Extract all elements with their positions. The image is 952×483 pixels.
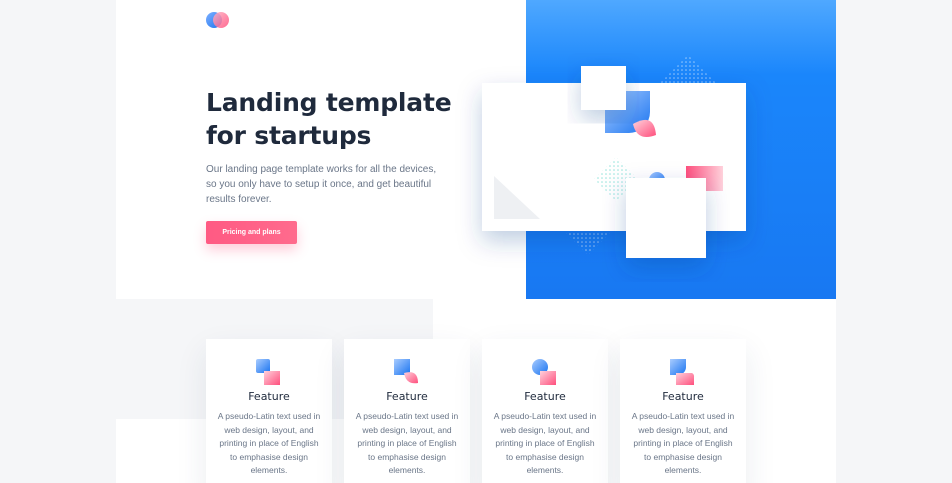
feature-title: Feature [524,390,566,403]
feature-title: Feature [386,390,428,403]
feature-card: Feature A pseudo-Latin text used in web … [620,339,746,483]
feature-description: A pseudo-Latin text used in web design, … [217,411,321,475]
hero-blue-panel [526,0,836,299]
feature-shape-1-icon [256,359,280,385]
landing-page: Landing template for startups Our landin… [116,0,836,483]
feature-shape-3-icon [532,359,556,385]
logo-icon[interactable] [206,12,230,28]
hero-title: Landing template for startups [206,88,452,150]
feature-shape-2-icon [394,359,418,384]
feature-description: A pseudo-Latin text used in web design, … [631,411,735,475]
feature-title: Feature [248,390,290,403]
feature-description: A pseudo-Latin text used in web design, … [493,411,597,475]
pricing-and-plans-button[interactable]: Pricing and plans [206,221,297,244]
feature-card: Feature A pseudo-Latin text used in web … [482,339,608,483]
feature-card: Feature A pseudo-Latin text used in web … [344,339,470,483]
feature-shape-4-icon [670,359,695,385]
feature-title: Feature [662,390,704,403]
hero-paragraph: Our landing page template works for all … [206,164,437,205]
feature-card: Feature A pseudo-Latin text used in web … [206,339,332,483]
feature-description: A pseudo-Latin text used in web design, … [355,411,459,475]
